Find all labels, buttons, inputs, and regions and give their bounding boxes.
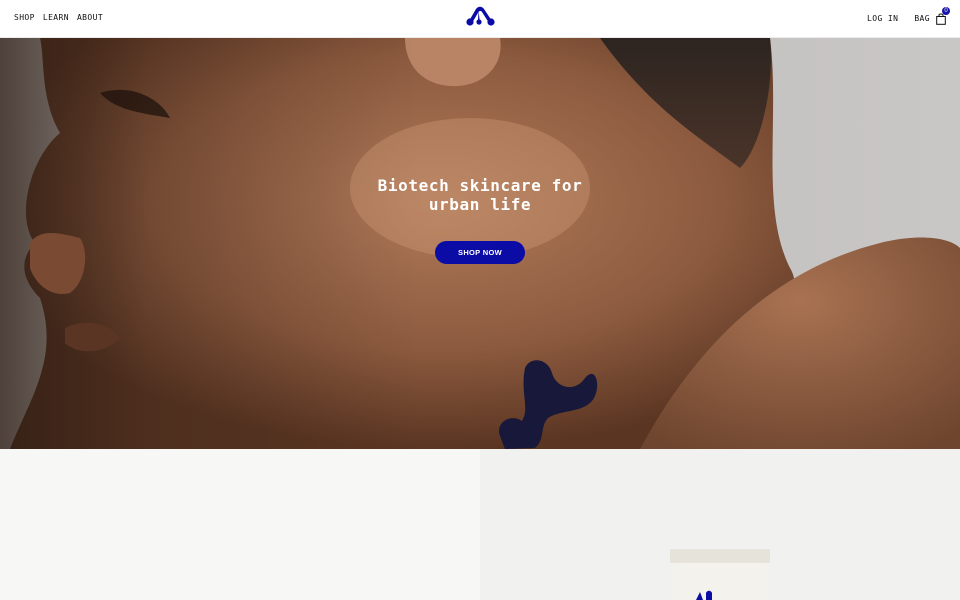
product-tube-image <box>670 549 770 600</box>
top-navigation-bar: SHOP LEARN ABOUT LOG IN BAG 0 <box>0 0 960 38</box>
login-link[interactable]: LOG IN <box>867 14 898 23</box>
bag-label: BAG <box>914 13 930 23</box>
nav-learn-link[interactable]: LEARN <box>43 13 69 22</box>
shop-now-button[interactable]: SHOP NOW <box>435 241 525 264</box>
product-image-panel <box>480 449 960 600</box>
hero-banner: Biotech skincare for urban life SHOP NOW <box>0 38 960 449</box>
product-section <box>0 449 960 600</box>
bag-button[interactable]: BAG 0 <box>914 7 950 25</box>
molecule-logo-icon[interactable] <box>466 5 496 27</box>
bag-count-badge: 0 <box>942 7 950 15</box>
hero-title: Biotech skincare for urban life <box>377 176 583 214</box>
primary-nav: SHOP LEARN ABOUT <box>14 13 103 22</box>
account-nav: LOG IN BAG 0 <box>867 7 950 25</box>
nav-about-link[interactable]: ABOUT <box>77 13 103 22</box>
nav-shop-link[interactable]: SHOP <box>14 13 35 22</box>
shopping-bag-icon: 0 <box>936 7 950 25</box>
